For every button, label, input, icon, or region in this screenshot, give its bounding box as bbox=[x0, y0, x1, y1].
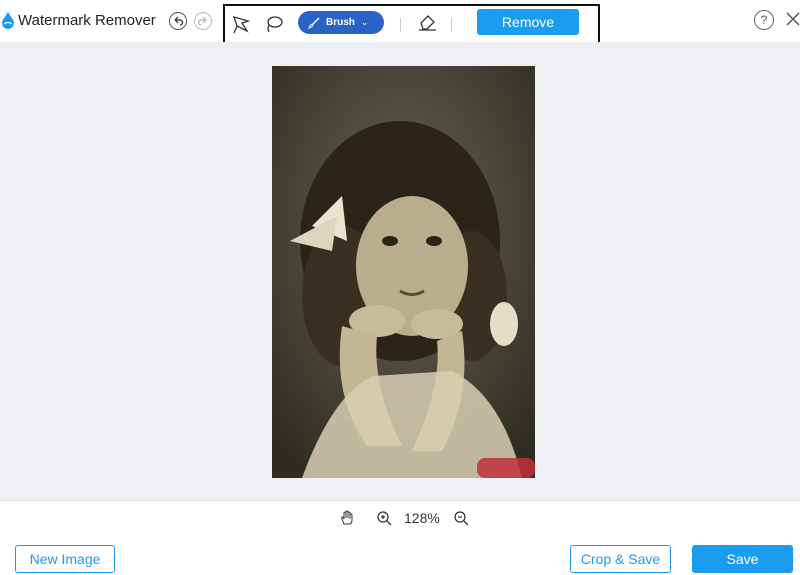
remove-button[interactable]: Remove bbox=[477, 9, 579, 35]
eraser-icon[interactable] bbox=[417, 10, 439, 32]
water-drop-logo-icon bbox=[2, 12, 14, 29]
lasso-icon[interactable] bbox=[263, 14, 285, 36]
zoom-out-icon[interactable] bbox=[453, 510, 469, 526]
redo-icon bbox=[197, 16, 207, 26]
brush-icon bbox=[308, 17, 320, 29]
vintage-portrait-image bbox=[272, 66, 535, 478]
toolbar-divider bbox=[400, 18, 401, 32]
tool-panel: Brush ⌄ Remove bbox=[223, 4, 600, 44]
top-bar: Watermark Remover Brush ⌄ Remove ? bbox=[0, 0, 800, 44]
undo-button[interactable] bbox=[169, 12, 187, 30]
bottom-bar: New Image Crop & Save Save bbox=[0, 535, 800, 575]
save-button[interactable]: Save bbox=[692, 545, 793, 573]
undo-icon bbox=[174, 16, 184, 26]
hand-pan-icon[interactable] bbox=[339, 510, 355, 526]
zoom-in-icon[interactable] bbox=[376, 510, 392, 526]
close-icon[interactable] bbox=[785, 11, 800, 27]
zoom-level: 128% bbox=[404, 510, 440, 526]
uploaded-image[interactable] bbox=[272, 66, 535, 478]
brush-button[interactable]: Brush ⌄ bbox=[298, 11, 384, 34]
redo-button[interactable] bbox=[194, 12, 212, 30]
brush-label: Brush bbox=[326, 17, 355, 28]
polygonal-lasso-icon[interactable] bbox=[230, 14, 252, 36]
app-title: Watermark Remover bbox=[18, 12, 156, 29]
new-image-button[interactable]: New Image bbox=[15, 545, 115, 573]
chevron-down-icon: ⌄ bbox=[360, 17, 369, 27]
editor-canvas[interactable] bbox=[0, 42, 800, 500]
crop-save-button[interactable]: Crop & Save bbox=[570, 545, 671, 573]
zoom-bar: 128% bbox=[0, 500, 800, 535]
toolbar-divider bbox=[451, 18, 452, 32]
help-icon[interactable]: ? bbox=[754, 10, 774, 30]
